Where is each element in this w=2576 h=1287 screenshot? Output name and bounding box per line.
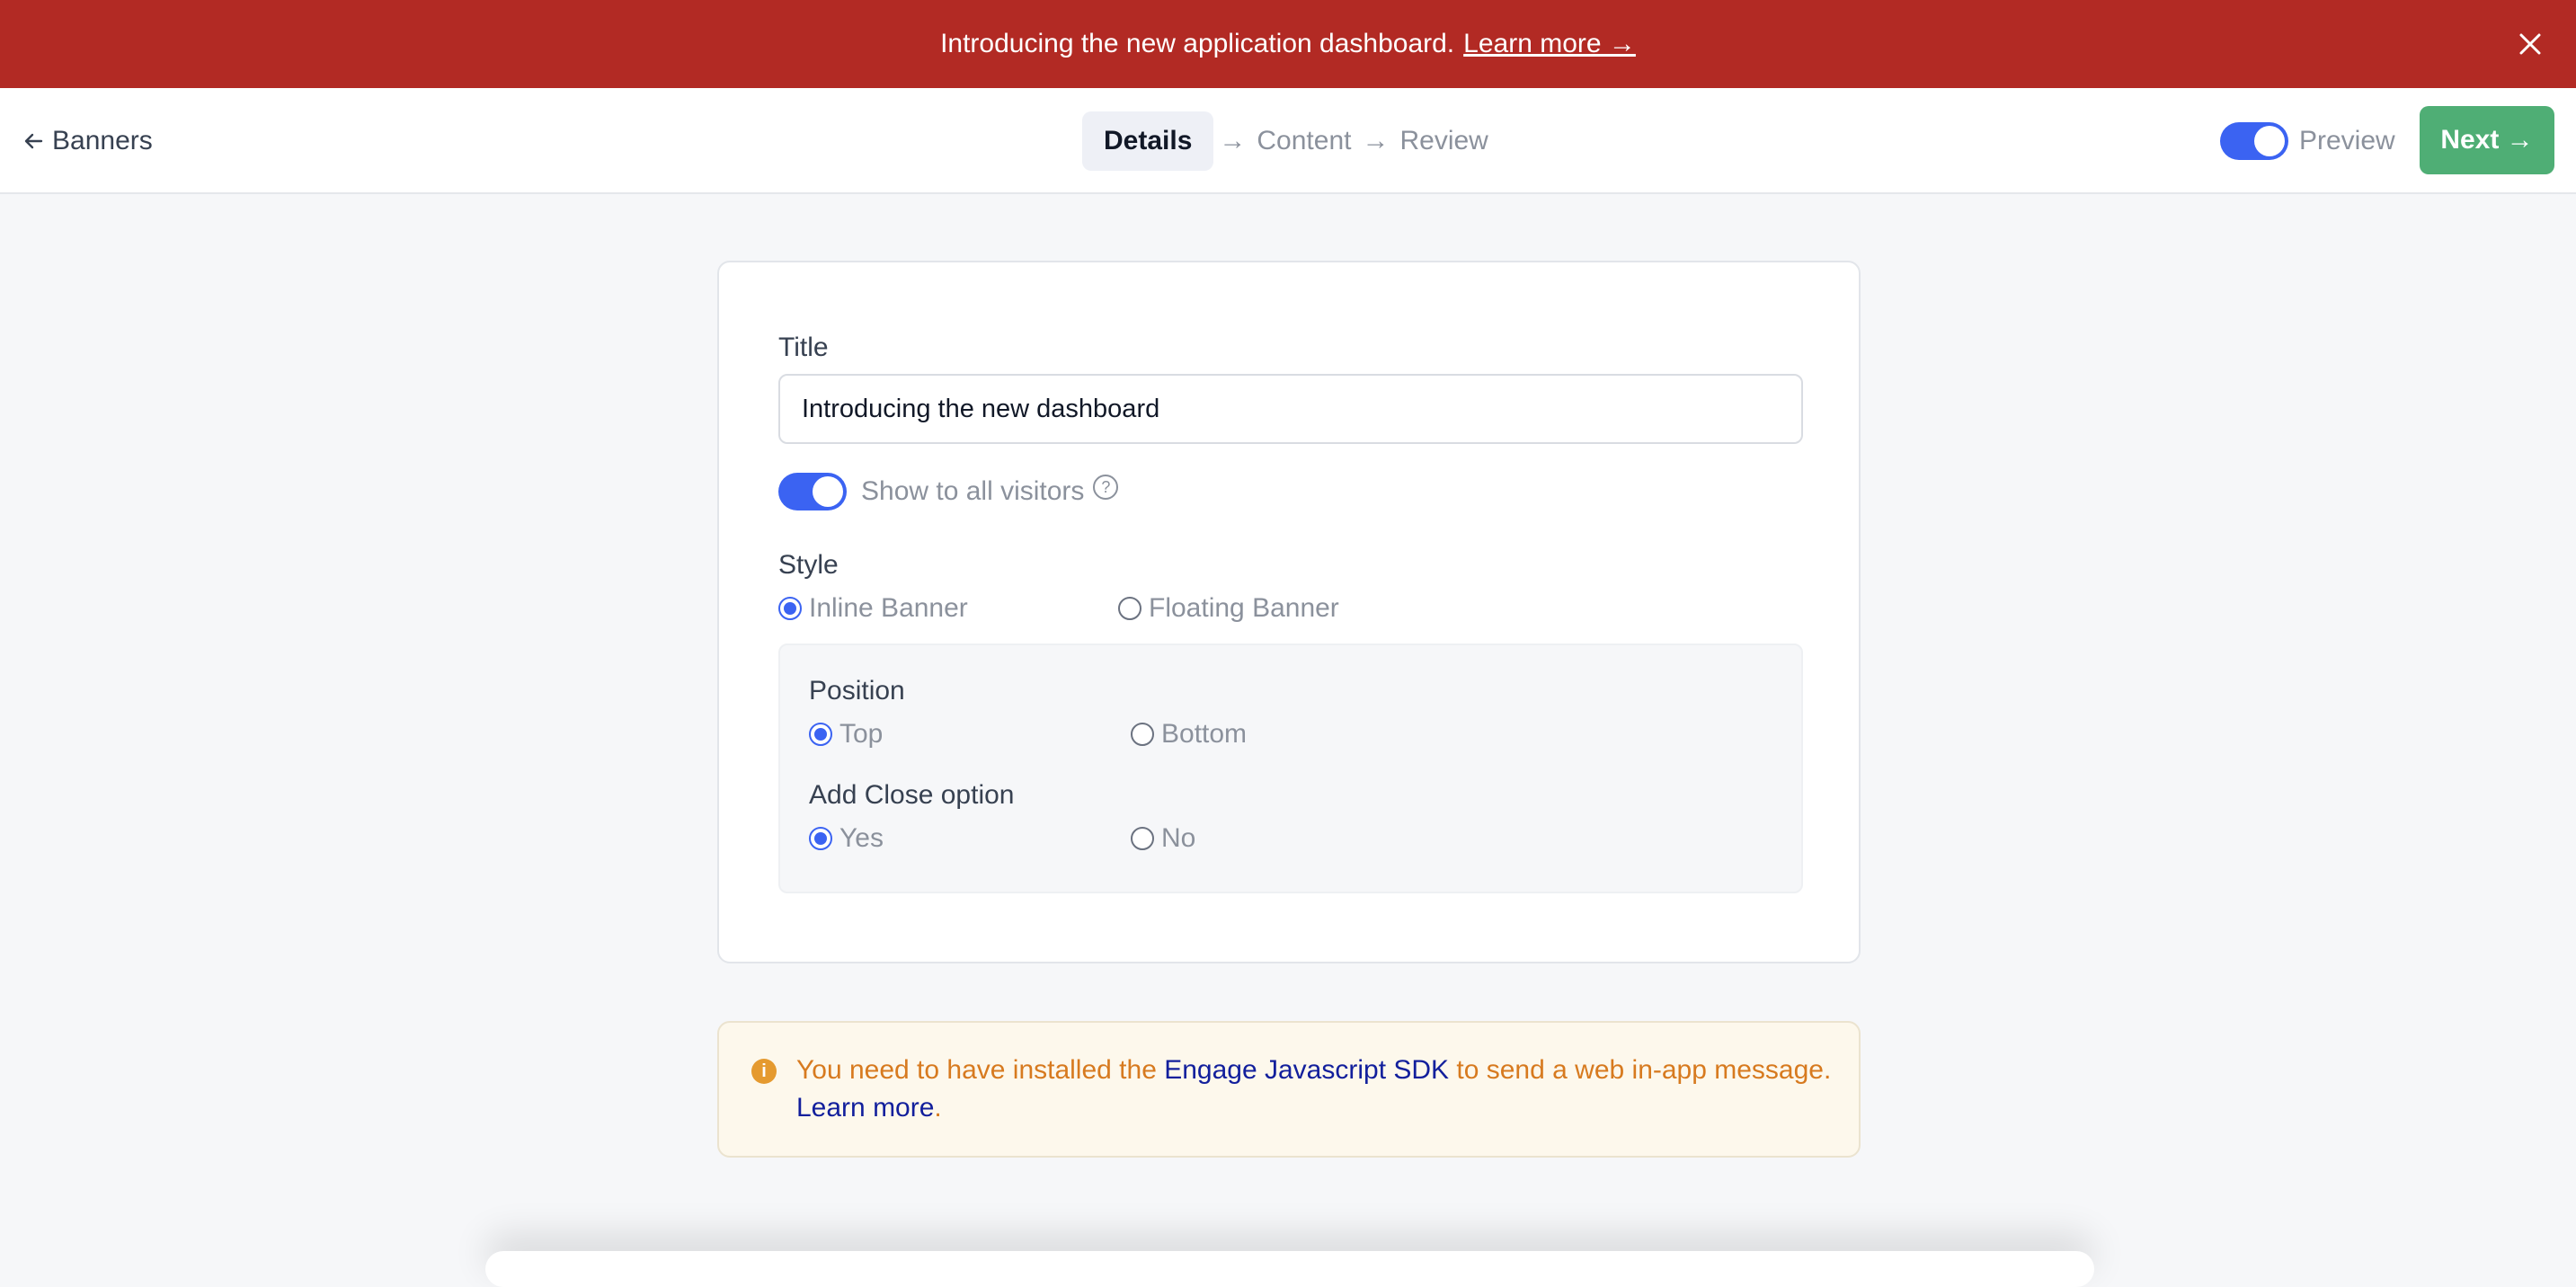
style-option-label: Inline Banner xyxy=(809,593,968,623)
stepper: Details → Content → Review xyxy=(1082,111,1494,171)
step-review[interactable]: Review xyxy=(1394,126,1493,156)
style-label: Style xyxy=(778,550,839,580)
radio-unchecked-icon xyxy=(1118,597,1141,620)
position-option-bottom[interactable]: Bottom xyxy=(1131,719,1247,750)
notice-period: . xyxy=(934,1093,942,1123)
visitors-label: Show to all visitors xyxy=(861,476,1085,506)
preview-control: Preview xyxy=(2220,120,2395,162)
sdk-link[interactable]: Engage Javascript SDK xyxy=(1164,1055,1449,1085)
banner-details-card: Title Show to all visitors ? Style Inlin… xyxy=(717,261,1861,963)
preview-label: Preview xyxy=(2299,126,2395,155)
preview-toggle[interactable] xyxy=(2220,122,2288,160)
arrow-left-icon xyxy=(24,133,43,149)
radio-checked-icon xyxy=(809,723,832,746)
step-arrow-icon: → xyxy=(1362,126,1390,155)
position-option-top[interactable]: Top xyxy=(809,719,883,750)
back-label: Banners xyxy=(52,126,153,155)
announcement-banner: Introducing the new application dashboar… xyxy=(0,0,2576,88)
radio-checked-icon xyxy=(809,827,832,850)
style-option-inline[interactable]: Inline Banner xyxy=(778,593,968,624)
position-option-label: Top xyxy=(839,719,884,749)
position-option-label: Bottom xyxy=(1161,719,1248,749)
info-icon: i xyxy=(751,1059,777,1084)
back-to-banners-link[interactable]: Banners xyxy=(23,120,153,162)
sdk-notice-text: You need to have installed the Engage Ja… xyxy=(796,1052,1839,1127)
radio-unchecked-icon xyxy=(1131,723,1154,746)
radio-unchecked-icon xyxy=(1131,827,1154,850)
visitors-row: Show to all visitors ? xyxy=(778,471,1119,512)
close-announcement-button[interactable] xyxy=(2506,20,2554,68)
preview-panel-edge xyxy=(485,1251,2094,1287)
notice-text-part: to send a web in-app message. xyxy=(1449,1055,1832,1085)
notice-text-part: You need to have installed the xyxy=(796,1055,1165,1085)
top-nav: Banners Details → Content → Review Previ… xyxy=(0,88,2576,194)
sdk-notice: i You need to have installed the Engage … xyxy=(717,1021,1861,1158)
show-all-visitors-toggle[interactable] xyxy=(778,473,847,510)
title-input[interactable] xyxy=(778,374,1803,444)
next-button[interactable]: Next → xyxy=(2420,106,2554,174)
close-icon xyxy=(2519,33,2541,55)
title-label: Title xyxy=(778,333,829,362)
step-details[interactable]: Details xyxy=(1082,111,1214,171)
close-option-no[interactable]: No xyxy=(1131,823,1195,854)
style-option-label: Floating Banner xyxy=(1149,593,1339,623)
help-icon[interactable]: ? xyxy=(1093,475,1119,500)
radio-checked-icon xyxy=(778,597,802,620)
inline-banner-settings: Position Top Bottom Add Close option Yes… xyxy=(778,644,1803,893)
announcement-text: Introducing the new application dashboar… xyxy=(940,29,1455,58)
close-option-label-text: Yes xyxy=(839,823,884,853)
close-option-yes[interactable]: Yes xyxy=(809,823,884,854)
step-content[interactable]: Content xyxy=(1251,126,1356,156)
close-option-label: Add Close option xyxy=(809,780,1015,810)
notice-learn-more-link[interactable]: Learn more xyxy=(796,1093,934,1123)
style-option-floating[interactable]: Floating Banner xyxy=(1118,593,1339,624)
close-option-label-text: No xyxy=(1161,823,1196,853)
announcement-learn-more-link[interactable]: Learn more → xyxy=(1463,29,1636,59)
step-arrow-icon: → xyxy=(1219,126,1247,155)
position-label: Position xyxy=(809,676,905,706)
